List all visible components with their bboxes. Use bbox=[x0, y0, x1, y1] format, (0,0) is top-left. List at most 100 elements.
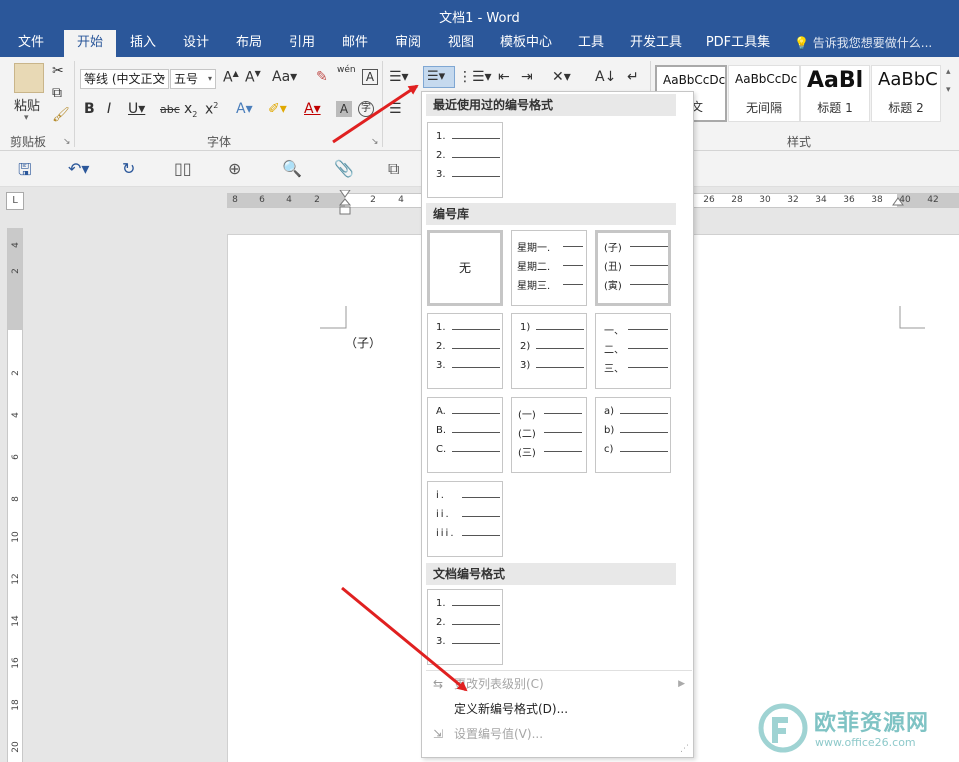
paste-dropdown-icon[interactable]: ▾ bbox=[24, 113, 29, 123]
underline-icon[interactable]: U▾ bbox=[128, 101, 145, 117]
numbering-format-decimal-paren[interactable]: 1) 2) 3) bbox=[511, 313, 587, 389]
document-text[interactable]: （子） bbox=[345, 334, 381, 351]
print-preview-icon[interactable]: 🔍 bbox=[282, 159, 302, 178]
tab-mailings[interactable]: 邮件 bbox=[332, 30, 378, 57]
superscript-icon[interactable]: x2 bbox=[205, 101, 218, 118]
numbering-format-lower-alpha[interactable]: a) b) c) bbox=[595, 397, 671, 473]
tab-tools[interactable]: 工具 bbox=[568, 30, 614, 57]
font-color-icon[interactable]: A▾ bbox=[304, 101, 321, 117]
tell-me-box[interactable]: 💡 告诉我您想要做什么... bbox=[794, 34, 932, 51]
numbering-dropdown: 最近使用过的编号格式 1. 2. 3. 编号库 无 星期一. 星期二. 星期三.… bbox=[421, 91, 694, 758]
show-marks-icon[interactable]: ↵ bbox=[627, 69, 639, 85]
redo-icon[interactable]: ↻ bbox=[122, 159, 135, 178]
numbering-format-document[interactable]: 1. 2. 3. bbox=[427, 589, 503, 665]
save-icon[interactable]: 🖫 bbox=[18, 159, 32, 186]
indent-marker-icon[interactable] bbox=[339, 190, 351, 216]
align-left-icon[interactable]: ☰ bbox=[389, 101, 402, 117]
numbering-format-recent[interactable]: 1. 2. 3. bbox=[427, 122, 503, 198]
clipboard-launcher-icon[interactable]: ↘ bbox=[63, 137, 71, 147]
ruler-number: 42 bbox=[927, 195, 939, 205]
list-marker: 三、 bbox=[604, 364, 624, 375]
char-shading-icon[interactable]: A bbox=[336, 101, 352, 117]
document-icon[interactable]: ⧉ bbox=[388, 159, 399, 179]
numbering-format-chinese-paren[interactable]: (一) (二) (三) bbox=[511, 397, 587, 473]
subscript-icon[interactable]: x2 bbox=[184, 101, 197, 119]
style-no-spacing[interactable]: AaBbCcDc 无间隔 bbox=[728, 65, 800, 122]
enclose-char-icon[interactable]: 字 bbox=[358, 101, 374, 117]
watermark-url: www.office26.com bbox=[815, 736, 916, 749]
style-heading-1[interactable]: AaBl 标题 1 bbox=[800, 65, 870, 122]
grow-font-icon[interactable]: A▲ bbox=[223, 69, 239, 86]
list-marker: 3. bbox=[436, 636, 446, 647]
define-new-number-format-item[interactable]: 定义新编号格式(D)... bbox=[422, 697, 693, 721]
decrease-indent-icon[interactable]: ⇤ bbox=[498, 69, 510, 85]
tab-home[interactable]: 开始 bbox=[64, 30, 116, 57]
chinese-layout-icon[interactable]: ✕▾ bbox=[552, 69, 571, 85]
copy-icon[interactable]: ⧉ bbox=[52, 85, 62, 101]
sort-icon[interactable]: A↓ bbox=[595, 69, 616, 85]
multilevel-list-icon[interactable]: ⋮☰▾ bbox=[458, 69, 492, 85]
web-layout-icon[interactable]: ⊕ bbox=[228, 159, 241, 178]
list-marker: 2. bbox=[436, 150, 446, 161]
ruler-number: 2 bbox=[11, 268, 21, 274]
format-painter-icon[interactable]: 🖌 bbox=[52, 107, 70, 123]
bullets-icon[interactable]: ☰▾ bbox=[389, 69, 409, 85]
font-name-combo[interactable]: 等线 (中文正文 ▾ bbox=[80, 69, 169, 89]
char-border-icon[interactable]: A bbox=[362, 69, 378, 85]
tab-references[interactable]: 引用 bbox=[279, 30, 325, 57]
chevron-right-icon: ▶ bbox=[678, 679, 685, 689]
set-numbering-value-item[interactable]: ⇲ 设置编号值(V)... bbox=[422, 722, 693, 746]
right-indent-marker-icon[interactable] bbox=[892, 197, 904, 209]
tab-pdf-tools[interactable]: PDF工具集 bbox=[697, 30, 779, 57]
list-marker: (三) bbox=[518, 448, 536, 459]
text-effects-icon[interactable]: A▾ bbox=[236, 101, 253, 117]
styles-scroll-up-icon[interactable]: ▴ bbox=[946, 67, 951, 77]
numbering-format-none[interactable]: 无 bbox=[427, 230, 503, 306]
none-label: 无 bbox=[458, 261, 471, 275]
paste-button[interactable]: 粘贴 bbox=[14, 95, 40, 114]
tab-design[interactable]: 设计 bbox=[173, 30, 219, 57]
vertical-ruler[interactable]: 4 2 2 4 6 8 10 12 14 16 18 20 bbox=[7, 228, 23, 762]
tab-developer[interactable]: 开发工具 bbox=[621, 30, 691, 57]
resize-grip-icon[interactable]: ⋰ bbox=[680, 744, 689, 754]
font-size-value: 五号 bbox=[174, 72, 199, 86]
paste-icon[interactable] bbox=[14, 63, 44, 93]
chevron-down-icon: ▾ bbox=[207, 74, 212, 83]
styles-scroll-down-icon[interactable]: ▾ bbox=[946, 85, 951, 95]
tab-selector[interactable]: L bbox=[6, 192, 24, 210]
attach-icon[interactable]: 📎 bbox=[334, 159, 354, 178]
strikethrough-icon[interactable]: abc bbox=[160, 103, 180, 116]
phonetic-guide-icon[interactable]: wén bbox=[337, 65, 356, 75]
change-case-icon[interactable]: Aa▾ bbox=[272, 69, 297, 85]
list-marker: 一、 bbox=[604, 326, 624, 337]
menu-item-label: 定义新编号格式(D)... bbox=[454, 702, 569, 716]
numbering-format-weekday[interactable]: 星期一. 星期二. 星期三. bbox=[511, 230, 587, 306]
bold-icon[interactable]: B bbox=[84, 101, 95, 117]
numbering-format-roman[interactable]: i. ii. iii. bbox=[427, 481, 503, 557]
tab-insert[interactable]: 插入 bbox=[120, 30, 166, 57]
increase-indent-icon[interactable]: ⇥ bbox=[521, 69, 533, 85]
read-mode-icon[interactable]: ▯▯ bbox=[174, 159, 192, 178]
list-marker: (子) bbox=[604, 243, 622, 254]
cut-icon[interactable]: ✂ bbox=[52, 63, 64, 79]
shrink-font-icon[interactable]: A▼ bbox=[245, 69, 261, 86]
tab-review[interactable]: 审阅 bbox=[385, 30, 431, 57]
tab-file[interactable]: 文件 bbox=[7, 30, 55, 57]
clear-formatting-icon[interactable]: ✎ bbox=[316, 69, 328, 85]
numbering-format-upper-alpha[interactable]: A. B. C. bbox=[427, 397, 503, 473]
numbering-format-decimal-dot[interactable]: 1. 2. 3. bbox=[427, 313, 503, 389]
menu-item-label: 设置编号值(V)... bbox=[454, 727, 544, 741]
numbering-format-chinese-comma[interactable]: 一、 二、 三、 bbox=[595, 313, 671, 389]
numbering-button[interactable]: ☰▾ bbox=[423, 66, 455, 88]
tab-layout[interactable]: 布局 bbox=[226, 30, 272, 57]
undo-icon[interactable]: ↶▾ bbox=[68, 159, 89, 178]
tab-view[interactable]: 视图 bbox=[438, 30, 484, 57]
style-heading-2[interactable]: AaBbC 标题 2 bbox=[871, 65, 941, 122]
highlight-icon[interactable]: ✐▾ bbox=[268, 101, 287, 117]
tab-template-center[interactable]: 模板中心 bbox=[491, 30, 561, 57]
numbering-format-zi-chou[interactable]: (子) (丑) (寅) bbox=[595, 230, 671, 306]
change-list-level-item[interactable]: ⇆ 更改列表级别(C) ▶ bbox=[422, 672, 693, 696]
font-size-combo[interactable]: 五号 ▾ bbox=[170, 69, 216, 89]
font-launcher-icon[interactable]: ↘ bbox=[371, 137, 379, 147]
italic-icon[interactable]: I bbox=[107, 101, 111, 117]
